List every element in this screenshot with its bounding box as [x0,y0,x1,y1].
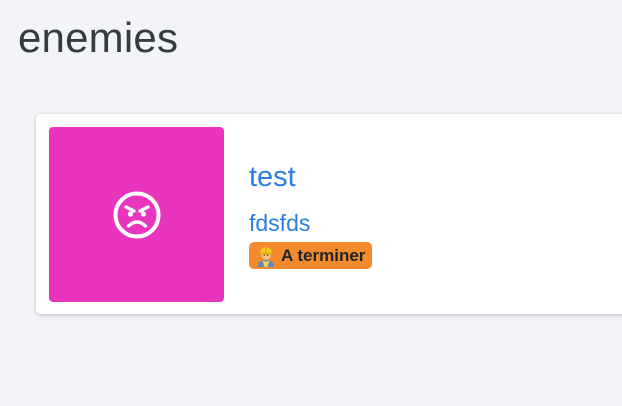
construction-worker-icon [255,245,277,267]
card-title[interactable]: test [249,160,296,194]
enemy-card[interactable]: test fdsfds A terminer [36,114,622,314]
enemy-thumbnail[interactable] [49,127,224,302]
card-subtitle: fdsfds [249,210,311,236]
badge-label: A terminer [281,245,366,265]
angry-face-icon [112,190,162,240]
page-title: enemies [18,14,179,61]
status-badge: A terminer [249,242,373,269]
